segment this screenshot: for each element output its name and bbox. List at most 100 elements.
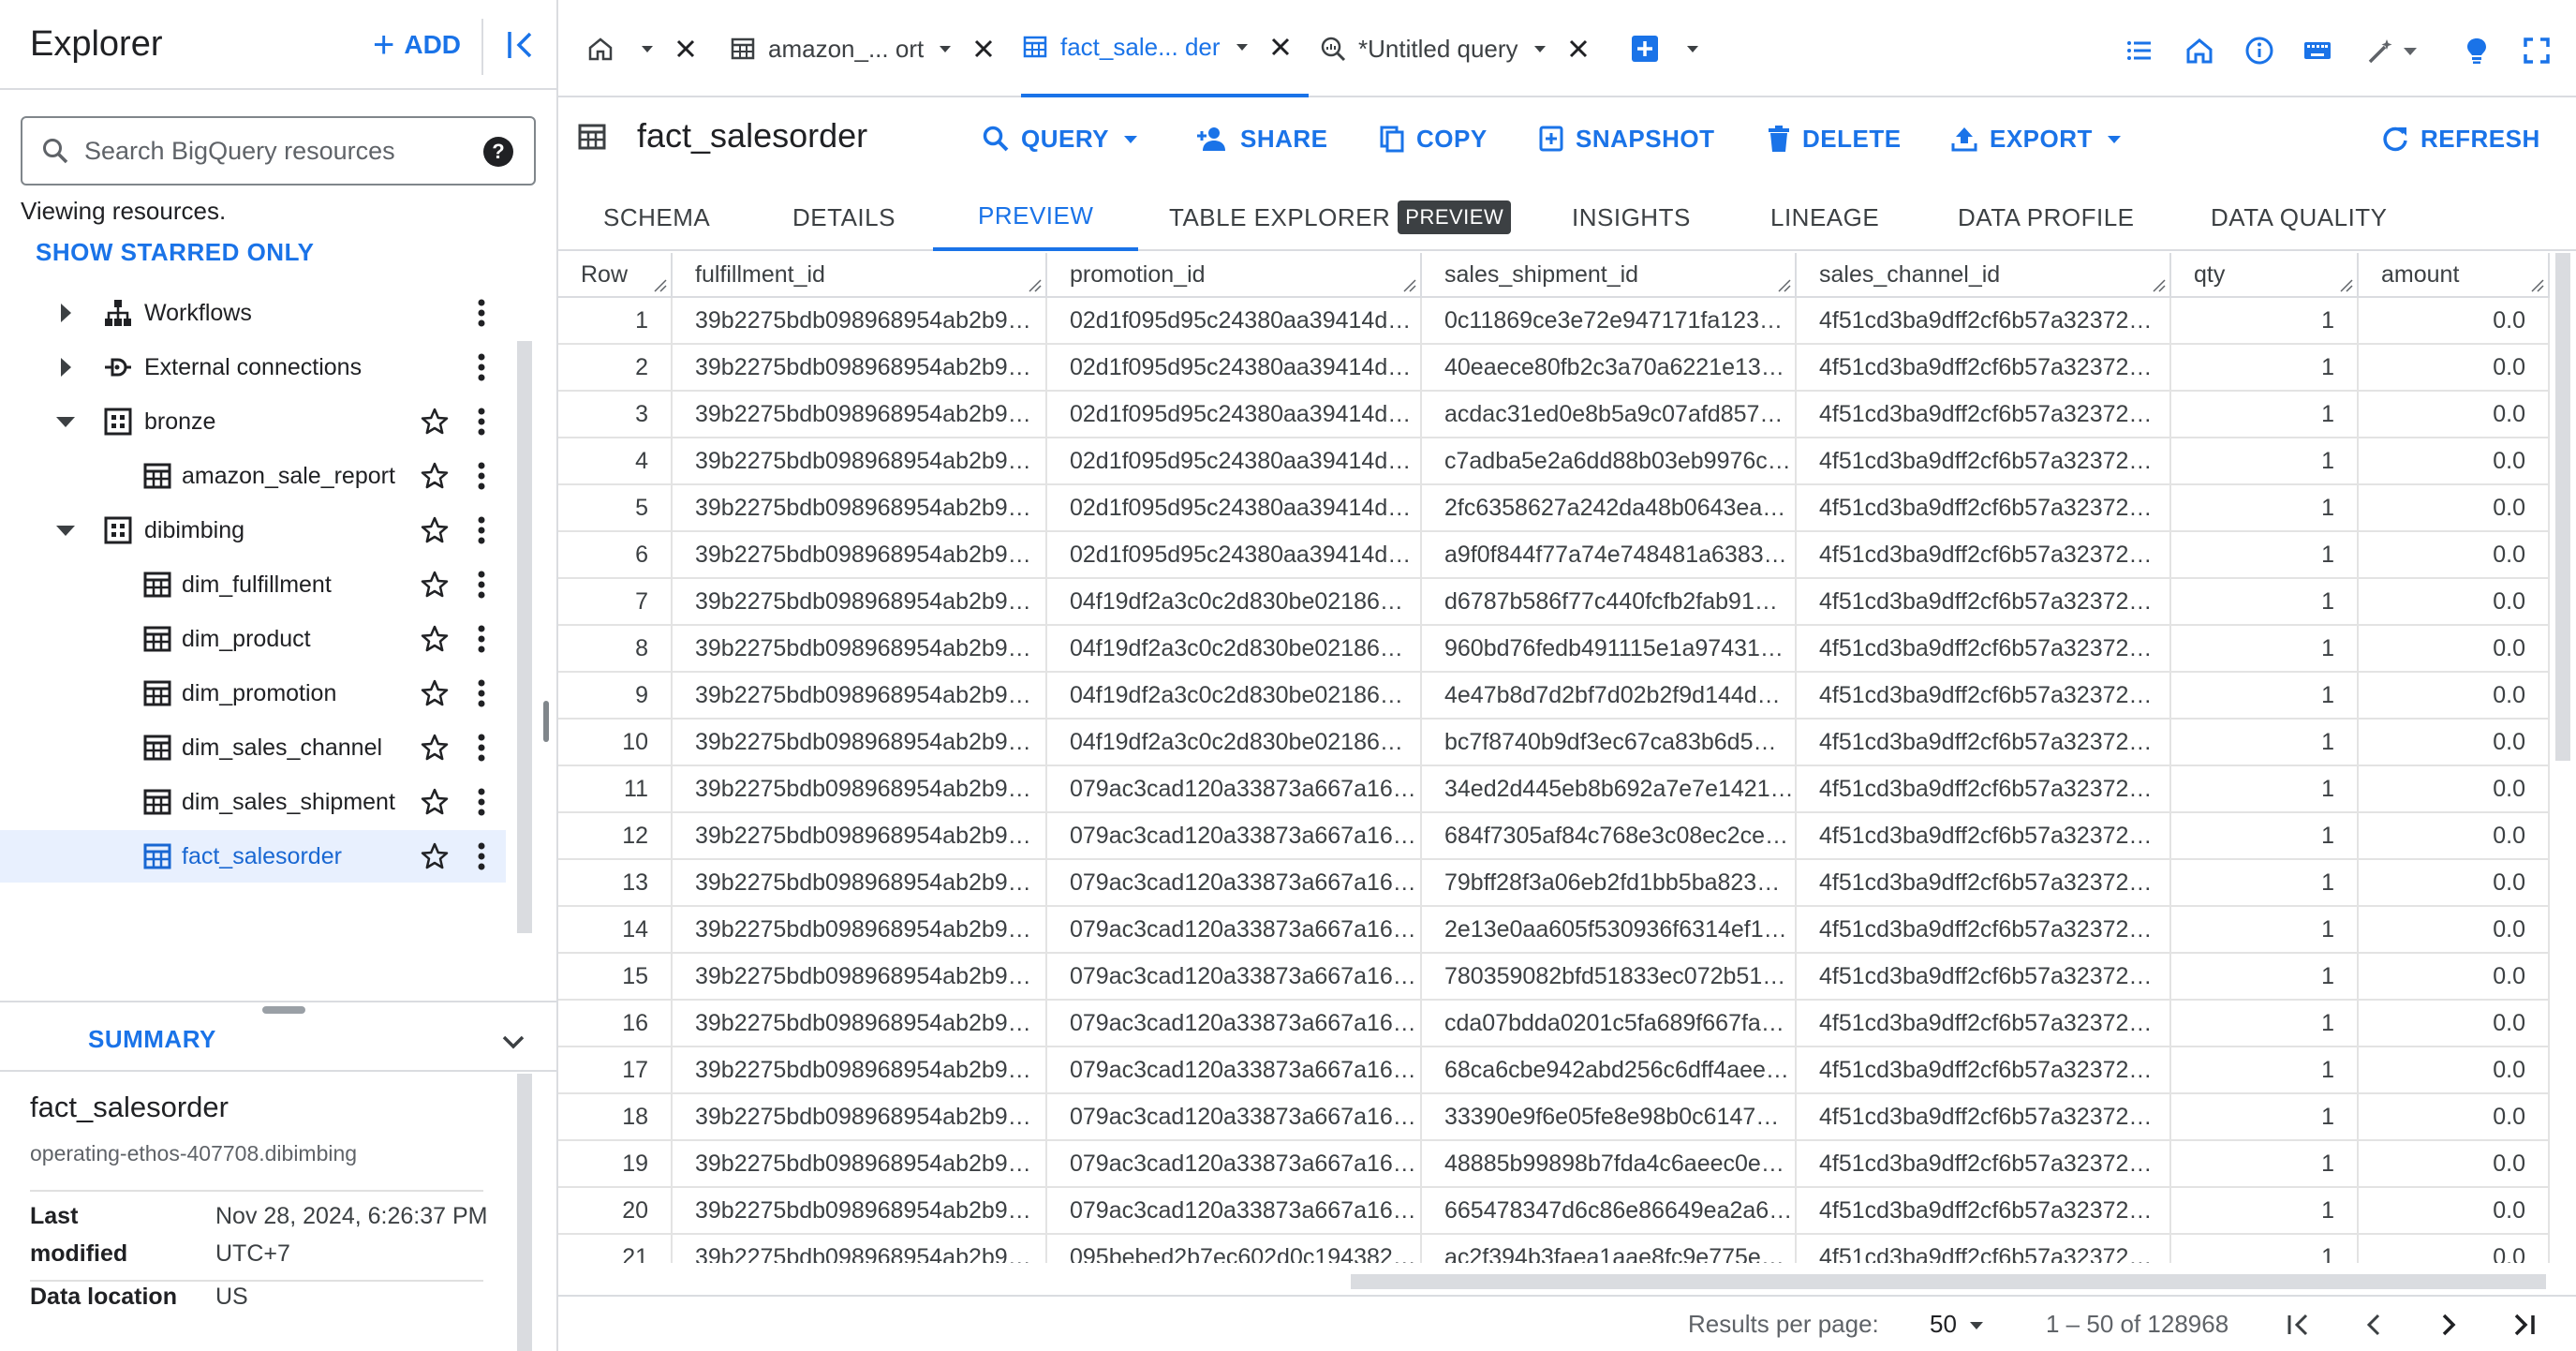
table-cell[interactable]: 1 [2171, 907, 2359, 954]
table-cell[interactable]: 4f51cd3ba9dff2cf6b57a32372… [1797, 392, 2171, 438]
table-cell[interactable]: 0.0 [2359, 1047, 2550, 1094]
export-button[interactable]: EXPORT [1950, 120, 2124, 157]
column-resize-icon[interactable] [2529, 277, 2544, 292]
table-cell[interactable]: d6787b586f77c440fcfb2fab91… [1422, 579, 1797, 626]
row-number-cell[interactable]: 14 [558, 907, 673, 954]
table-cell[interactable]: 0.0 [2359, 766, 2550, 813]
row-number-cell[interactable]: 13 [558, 860, 673, 907]
table-cell[interactable]: 079ac3cad120a33873a667a16… [1047, 766, 1422, 813]
star-icon[interactable] [420, 678, 450, 708]
tab-home[interactable] [586, 0, 699, 97]
table-cell[interactable]: 02d1f095d95c24380aa39414d… [1047, 532, 1422, 579]
table-cell[interactable]: 1 [2171, 485, 2359, 532]
star-icon[interactable] [420, 624, 450, 654]
table-cell[interactable]: 0.0 [2359, 1094, 2550, 1141]
table-cell[interactable]: 4f51cd3ba9dff2cf6b57a32372… [1797, 860, 2171, 907]
table-cell[interactable]: 0.0 [2359, 1235, 2550, 1263]
more-vert-icon[interactable] [468, 352, 495, 382]
row-number-cell[interactable]: 17 [558, 1047, 673, 1094]
table-cell[interactable]: 0.0 [2359, 392, 2550, 438]
table-cell[interactable]: 1 [2171, 579, 2359, 626]
table-cell[interactable]: 4f51cd3ba9dff2cf6b57a32372… [1797, 1141, 2171, 1188]
table-cell[interactable]: 1 [2171, 1235, 2359, 1263]
table-cell[interactable]: 40eaece80fb2c3a70a6221e13… [1422, 345, 1797, 392]
expand-arrow-down-icon[interactable] [52, 408, 79, 435]
tab-details[interactable]: DETAILS [792, 184, 896, 251]
summary-drag-handle[interactable] [262, 1006, 305, 1014]
table-cell[interactable]: 39b2275bdb098968954ab2b9… [673, 438, 1047, 485]
add-button[interactable]: + ADD [373, 24, 461, 66]
tab-schema[interactable]: SCHEMA [603, 184, 710, 251]
table-cell[interactable]: 39b2275bdb098968954ab2b9… [673, 392, 1047, 438]
row-number-cell[interactable]: 3 [558, 392, 673, 438]
row-number-cell[interactable]: 7 [558, 579, 673, 626]
table-cell[interactable]: 79bff28f3a06eb2fd1bb5ba823… [1422, 860, 1797, 907]
table-cell[interactable]: 39b2275bdb098968954ab2b9… [673, 673, 1047, 720]
copy-button[interactable]: COPY [1379, 120, 1488, 157]
table-cell[interactable]: 079ac3cad120a33873a667a16… [1047, 1141, 1422, 1188]
tab-data-profile[interactable]: DATA PROFILE [1958, 184, 2135, 251]
tree-item[interactable]: dibimbing [0, 504, 506, 557]
table-cell[interactable]: 04f19df2a3c0c2d830be02186… [1047, 673, 1422, 720]
table-cell[interactable]: 39b2275bdb098968954ab2b9… [673, 1094, 1047, 1141]
table-cell[interactable]: 39b2275bdb098968954ab2b9… [673, 1047, 1047, 1094]
help-icon[interactable]: ? [483, 137, 513, 167]
table-cell[interactable]: 4f51cd3ba9dff2cf6b57a32372… [1797, 720, 2171, 766]
table-cell[interactable]: 4f51cd3ba9dff2cf6b57a32372… [1797, 907, 2171, 954]
column-header-fulfillment-id[interactable]: fulfillment_id [673, 253, 1047, 298]
tree-item[interactable]: fact_salesorder [0, 830, 506, 883]
column-resize-icon[interactable] [2338, 277, 2353, 292]
table-cell[interactable]: 39b2275bdb098968954ab2b9… [673, 1235, 1047, 1263]
table-cell[interactable]: 4f51cd3ba9dff2cf6b57a32372… [1797, 1047, 2171, 1094]
table-cell[interactable]: 1 [2171, 392, 2359, 438]
table-cell[interactable]: 079ac3cad120a33873a667a16… [1047, 954, 1422, 1001]
column-resize-icon[interactable] [1027, 277, 1042, 292]
table-cell[interactable]: 04f19df2a3c0c2d830be02186… [1047, 720, 1422, 766]
share-button[interactable]: SHARE [1195, 120, 1328, 157]
table-cell[interactable]: 0.0 [2359, 954, 2550, 1001]
table-cell[interactable]: 0.0 [2359, 1188, 2550, 1235]
magic-wand-icon[interactable] [2366, 36, 2396, 66]
tab-fact-salesorder[interactable]: fact_sale... der [1021, 0, 1309, 97]
row-number-cell[interactable]: 18 [558, 1094, 673, 1141]
table-cell[interactable]: 39b2275bdb098968954ab2b9… [673, 907, 1047, 954]
table-cell[interactable]: 4f51cd3ba9dff2cf6b57a32372… [1797, 345, 2171, 392]
table-cell[interactable]: 0.0 [2359, 626, 2550, 673]
table-cell[interactable]: 4f51cd3ba9dff2cf6b57a32372… [1797, 766, 2171, 813]
table-cell[interactable]: 4f51cd3ba9dff2cf6b57a32372… [1797, 1094, 2171, 1141]
tab-data-quality[interactable]: DATA QUALITY [2211, 184, 2388, 251]
table-cell[interactable]: 4f51cd3ba9dff2cf6b57a32372… [1797, 1001, 2171, 1047]
tree-scrollbar[interactable] [517, 341, 532, 933]
column-header-amount[interactable]: amount [2359, 253, 2550, 298]
table-cell[interactable]: 079ac3cad120a33873a667a16… [1047, 907, 1422, 954]
row-number-cell[interactable]: 11 [558, 766, 673, 813]
more-vert-icon[interactable] [468, 624, 495, 654]
last-page-icon[interactable] [2507, 1308, 2540, 1342]
table-cell[interactable]: ac2f394b3faea1aae8fc9e775e… [1422, 1235, 1797, 1263]
summary-scrollbar[interactable] [517, 1074, 532, 1351]
column-resize-icon[interactable] [1776, 277, 1791, 292]
query-button[interactable]: QUERY [982, 120, 1141, 157]
table-cell[interactable]: 0.0 [2359, 485, 2550, 532]
table-cell[interactable]: 0.0 [2359, 345, 2550, 392]
row-number-cell[interactable]: 8 [558, 626, 673, 673]
close-icon[interactable] [1267, 34, 1294, 60]
tree-item[interactable]: Workflows [0, 287, 506, 339]
table-cell[interactable]: 02d1f095d95c24380aa39414d… [1047, 485, 1422, 532]
info-icon[interactable] [2244, 36, 2274, 66]
table-cell[interactable]: 4f51cd3ba9dff2cf6b57a32372… [1797, 485, 2171, 532]
table-cell[interactable]: 39b2275bdb098968954ab2b9… [673, 954, 1047, 1001]
table-cell[interactable]: a9f0f844f77a74e748481a6383… [1422, 532, 1797, 579]
table-cell[interactable]: 0.0 [2359, 1141, 2550, 1188]
table-cell[interactable]: 1 [2171, 1141, 2359, 1188]
column-header-sales-shipment-id[interactable]: sales_shipment_id [1422, 253, 1797, 298]
keyboard-icon[interactable] [2302, 36, 2332, 66]
table-horizontal-scrollbar[interactable] [1351, 1274, 2546, 1289]
table-cell[interactable]: 04f19df2a3c0c2d830be02186… [1047, 626, 1422, 673]
table-cell[interactable]: 4f51cd3ba9dff2cf6b57a32372… [1797, 626, 2171, 673]
table-cell[interactable]: 1 [2171, 1047, 2359, 1094]
more-vert-icon[interactable] [468, 570, 495, 600]
tab-table-explorer[interactable]: TABLE EXPLORER PREVIEW [1169, 184, 1512, 251]
delete-button[interactable]: DELETE [1767, 120, 1902, 157]
caret-down-icon[interactable] [1530, 38, 1550, 59]
